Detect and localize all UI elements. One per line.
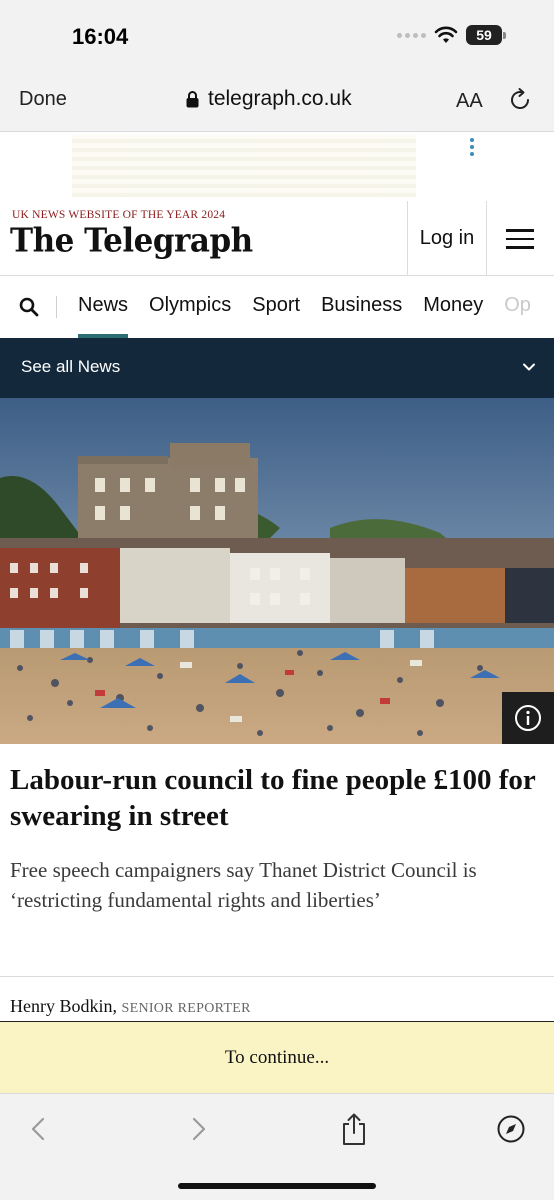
article-headline: Labour-run council to fine people £100 f… [10,764,536,832]
nav-divider [56,296,57,318]
url-field[interactable]: telegraph.co.uk [186,87,352,111]
advertisement-placeholder [72,135,416,197]
search-icon[interactable] [19,297,39,317]
byline: Henry Bodkin, SENIOR REPORTER [10,996,251,1017]
nav-item-news[interactable]: News [78,294,129,338]
author-name[interactable]: Henry Bodkin, [10,996,117,1016]
home-indicator[interactable] [178,1183,376,1189]
nav-item-money[interactable]: Money [423,294,483,317]
status-bar: 16:04 59 [0,0,554,70]
site-logo[interactable]: The Telegraph [10,222,253,260]
browser-address-bar: Done telegraph.co.uk AA [0,70,554,132]
section-nav: News Olympics Sport Business Money Op [0,276,554,338]
done-button[interactable]: Done [19,88,67,111]
image-info-button[interactable] [502,692,554,744]
signal-icon [397,32,426,38]
see-all-news-dropdown[interactable]: See all News [0,338,554,398]
back-icon[interactable] [24,1114,54,1144]
battery-level: 59 [466,25,502,45]
article-divider [0,976,554,977]
article-standfirst: Free speech campaigners say Thanet Distr… [10,858,477,912]
forward-icon[interactable] [183,1114,213,1144]
site-header: UK NEWS WEBSITE OF THE YEAR 2024 The Tel… [0,201,554,276]
nav-item-olympics[interactable]: Olympics [149,294,231,317]
nav-item-business[interactable]: Business [321,294,402,317]
text-size-button[interactable]: AA [456,90,483,113]
nav-item-opinion[interactable]: Op [504,294,531,317]
chevron-down-icon [523,363,535,371]
info-icon [515,705,541,731]
reload-icon[interactable] [506,86,534,114]
author-role: SENIOR REPORTER [121,1001,251,1016]
wifi-icon [434,26,458,43]
battery-icon: 59 [466,25,506,45]
compass-icon[interactable] [496,1114,526,1144]
see-all-news-label: See all News [21,357,121,376]
paywall-label: To continue... [224,1046,330,1068]
url-text: telegraph.co.uk [208,87,352,110]
advertisement-slot [0,133,554,201]
browser-toolbar [0,1093,554,1200]
status-indicators: 59 [397,25,506,45]
hero-image [0,398,554,744]
award-banner: UK NEWS WEBSITE OF THE YEAR 2024 [12,209,226,221]
hamburger-menu-icon[interactable] [506,229,534,249]
lock-icon [186,90,199,107]
login-button[interactable]: Log in [407,201,487,276]
nav-item-sport[interactable]: Sport [252,294,300,317]
paywall-prompt[interactable]: To continue... [0,1021,554,1093]
status-time: 16:04 [72,24,129,49]
login-label: Log in [419,227,475,249]
share-icon[interactable] [339,1112,369,1146]
ad-options-icon[interactable] [470,138,474,156]
